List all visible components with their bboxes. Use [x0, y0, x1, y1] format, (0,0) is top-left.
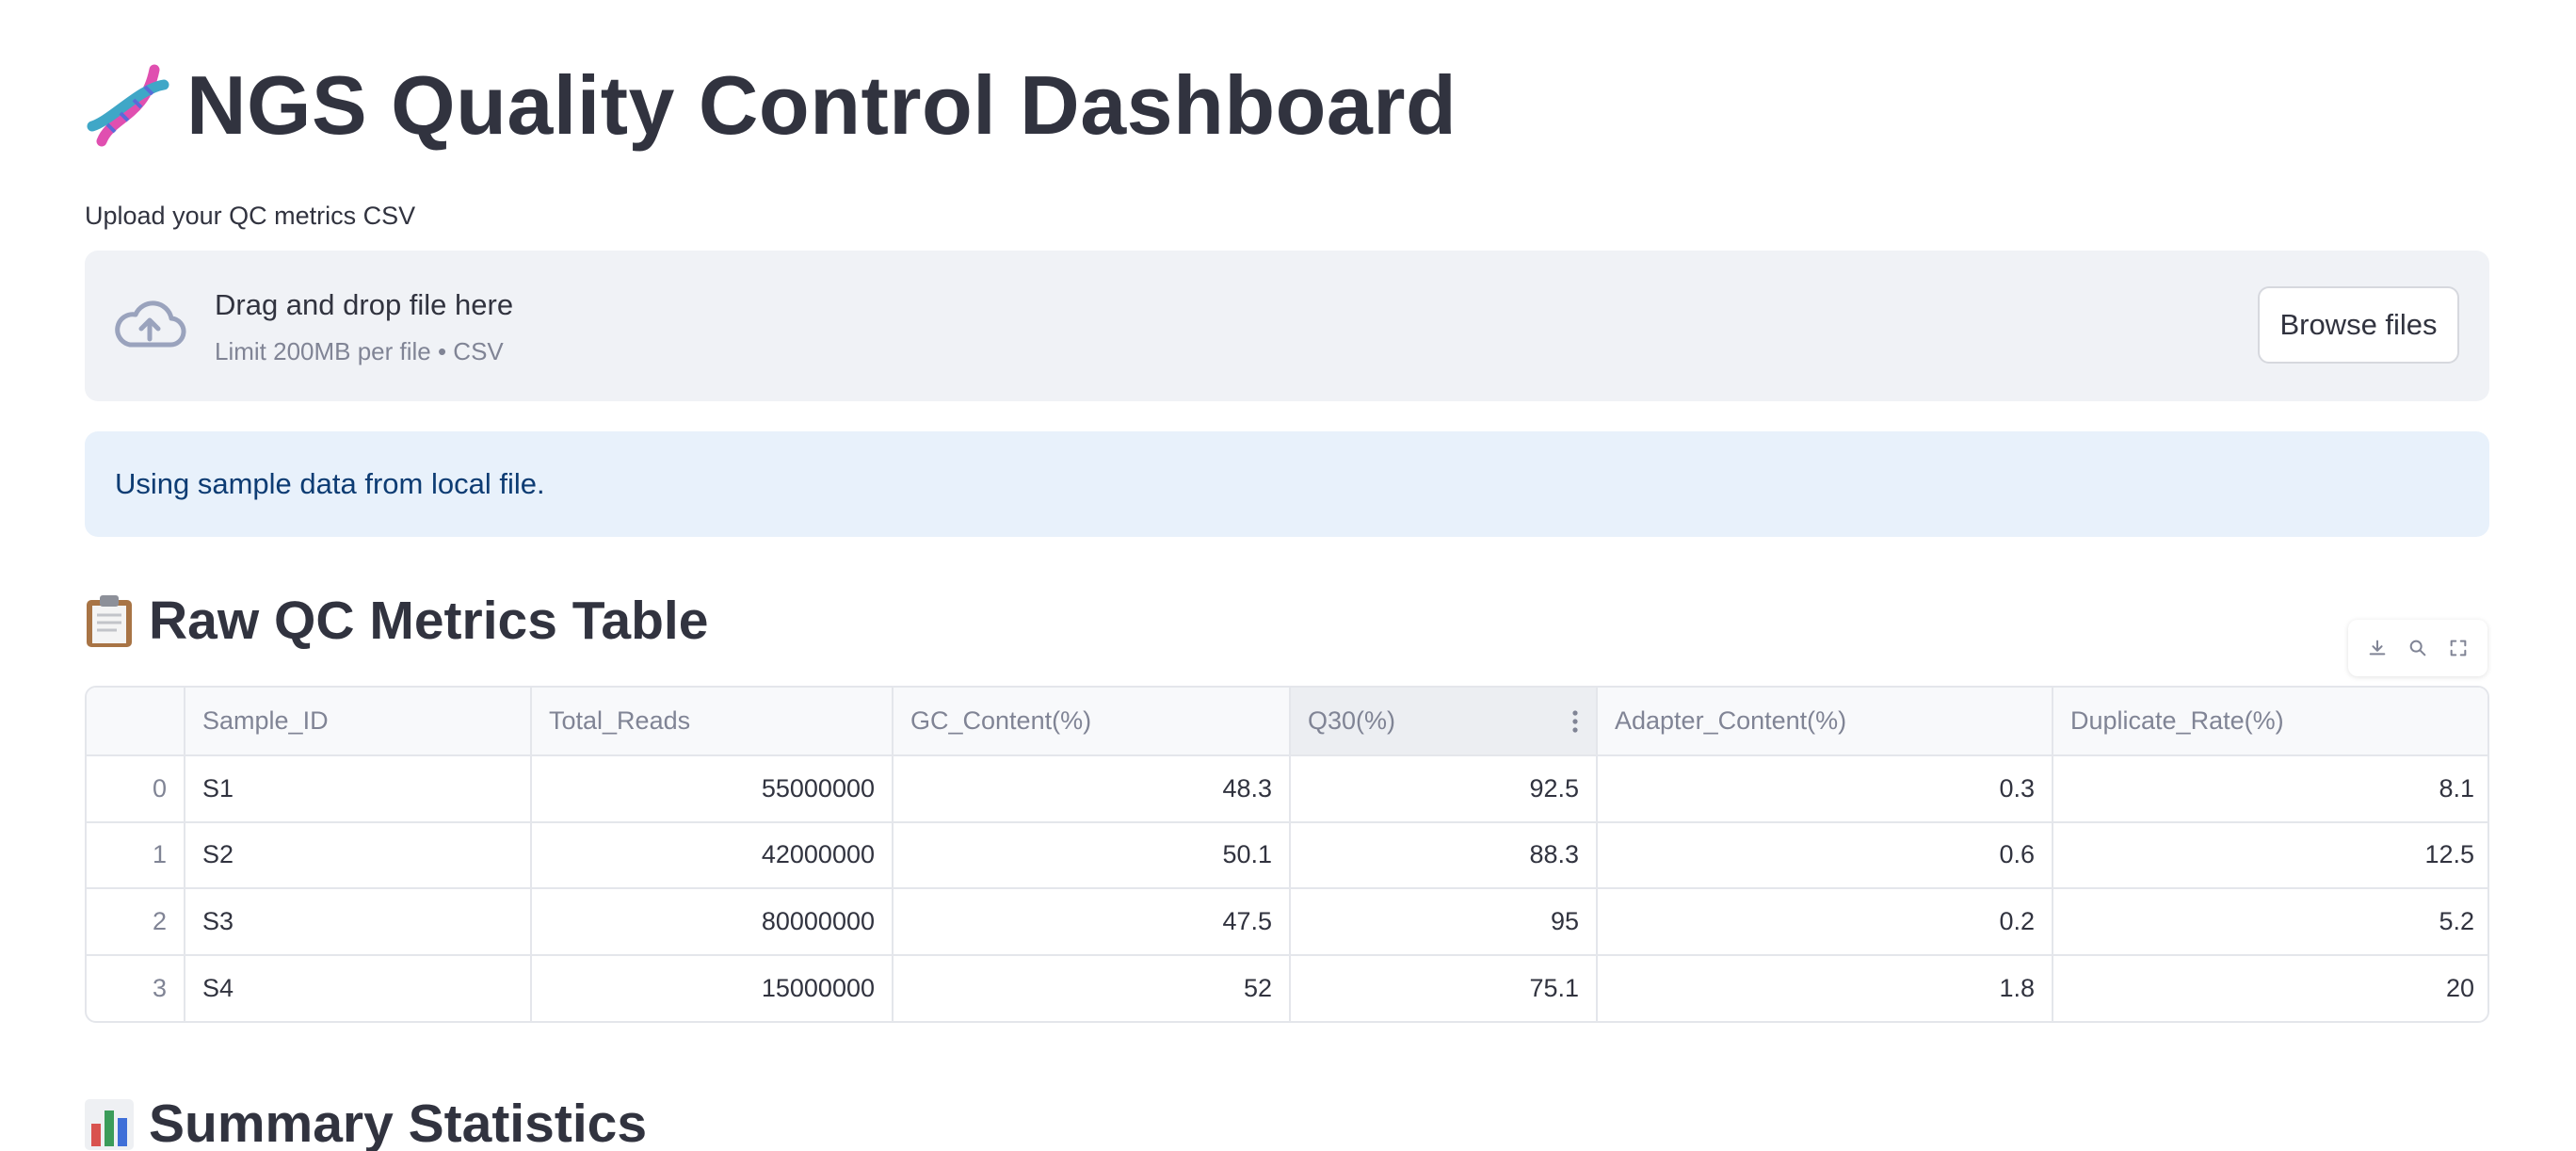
clipboard-icon [87, 595, 132, 647]
column-header-q30[interactable]: Q30(%) [1290, 688, 1598, 756]
row-index[interactable]: 3 [87, 954, 185, 1021]
cell-total-reads[interactable]: 15000000 [531, 954, 894, 1021]
bar-chart-icon [85, 1099, 134, 1150]
table-row: 3 S4 15000000 52 75.1 1.8 20 [87, 954, 2487, 1022]
cell-adapter-content[interactable]: 0.3 [1597, 755, 2053, 823]
raw-metrics-title: Raw QC Metrics Table [149, 591, 709, 651]
column-header-sample-id[interactable]: Sample_ID [185, 688, 532, 756]
column-header-adapter-content[interactable]: Adapter_Content(%) [1597, 688, 2053, 756]
cell-adapter-content[interactable]: 0.6 [1597, 821, 2053, 889]
raw-metrics-heading: Raw QC Metrics Table [83, 590, 708, 652]
download-icon[interactable] [2363, 634, 2391, 662]
cell-sample-id[interactable]: S3 [185, 888, 532, 956]
page-title-row: NGS Quality Control Dashboard [83, 60, 1457, 151]
cell-adapter-content[interactable]: 1.8 [1597, 954, 2053, 1021]
summary-statistics-heading: Summary Statistics [83, 1093, 647, 1151]
page: NGS Quality Control Dashboard Upload you… [0, 0, 2576, 1151]
cell-gc-content[interactable]: 48.3 [893, 755, 1291, 823]
column-header-gc-content[interactable]: GC_Content(%) [893, 688, 1291, 756]
info-message: Using sample data from local file. [115, 467, 545, 500]
dropzone-title: Drag and drop file here [215, 288, 514, 321]
cell-total-reads[interactable]: 55000000 [531, 755, 894, 823]
table-row: 0 S1 55000000 48.3 92.5 0.3 8.1 [87, 755, 2487, 823]
summary-statistics-title: Summary Statistics [149, 1094, 648, 1151]
column-header-total-reads[interactable]: Total_Reads [531, 688, 894, 756]
info-alert: Using sample data from local file. [85, 431, 2489, 537]
cell-q30[interactable]: 75.1 [1290, 954, 1598, 1021]
browse-files-button[interactable]: Browse files [2258, 286, 2459, 364]
cell-duplicate-rate[interactable]: 12.5 [2053, 821, 2487, 889]
file-dropzone[interactable]: Drag and drop file here Limit 200MB per … [85, 251, 2489, 401]
row-index[interactable]: 2 [87, 888, 185, 956]
table-header-row: Sample_ID Total_Reads GC_Content(%) Q30(… [87, 688, 2487, 756]
row-index[interactable]: 1 [87, 821, 185, 889]
cell-duplicate-rate[interactable]: 8.1 [2053, 755, 2487, 823]
table-toolbar [2348, 620, 2487, 676]
uploader-label: Upload your QC metrics CSV [85, 202, 416, 230]
page-title: NGS Quality Control Dashboard [186, 58, 1457, 152]
dropzone-limit-text: Limit 200MB per file • CSV [215, 337, 504, 365]
cell-gc-content[interactable]: 52 [893, 954, 1291, 1021]
cell-q30[interactable]: 92.5 [1290, 755, 1598, 823]
column-header-duplicate-rate[interactable]: Duplicate_Rate(%) [2053, 688, 2487, 756]
cell-q30[interactable]: 88.3 [1290, 821, 1598, 889]
search-icon[interactable] [2404, 634, 2432, 662]
cell-duplicate-rate[interactable]: 20 [2053, 955, 2487, 1022]
cell-gc-content[interactable]: 47.5 [893, 888, 1291, 956]
cell-sample-id[interactable]: S2 [185, 821, 532, 889]
cell-duplicate-rate[interactable]: 5.2 [2053, 888, 2487, 956]
column-menu-icon[interactable] [1571, 709, 1579, 734]
cloud-upload-icon [115, 300, 186, 348]
cell-q30[interactable]: 95 [1290, 888, 1598, 956]
fullscreen-icon[interactable] [2444, 634, 2472, 662]
cell-adapter-content[interactable]: 0.2 [1597, 888, 2053, 956]
table-row: 2 S3 80000000 47.5 95 0.2 5.2 [87, 888, 2487, 956]
dna-icon [87, 64, 169, 147]
cell-total-reads[interactable]: 80000000 [531, 888, 894, 956]
cell-gc-content[interactable]: 50.1 [893, 821, 1291, 889]
table-row: 1 S2 42000000 50.1 88.3 0.6 12.5 [87, 821, 2487, 889]
cell-sample-id[interactable]: S4 [185, 954, 532, 1021]
column-header-index[interactable] [87, 688, 185, 756]
qc-metrics-table[interactable]: Sample_ID Total_Reads GC_Content(%) Q30(… [85, 686, 2489, 1023]
row-index[interactable]: 0 [87, 755, 185, 823]
cell-total-reads[interactable]: 42000000 [531, 821, 894, 889]
cell-sample-id[interactable]: S1 [185, 755, 532, 823]
